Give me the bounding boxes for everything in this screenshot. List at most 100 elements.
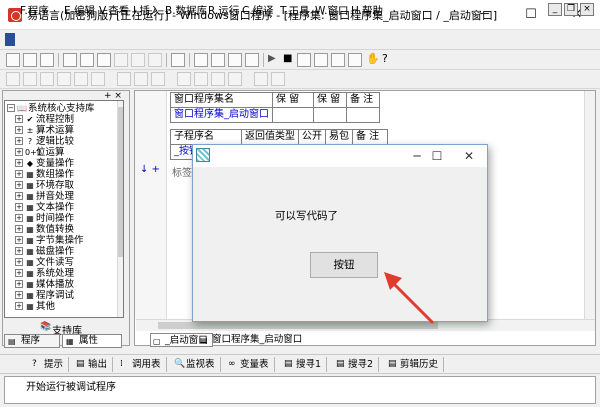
tree-item[interactable]: + ▦ 环境存取 [15,180,123,191]
cut-icon[interactable] [63,53,77,67]
split-view-icon[interactable] [245,53,259,67]
v-center-icon[interactable] [228,72,242,86]
assembly-reserved-cell-1[interactable] [272,107,314,123]
mdi-close-icon[interactable]: × [580,3,594,16]
tab-window-assembly[interactable]: ▤ 窗口程序集_启动窗口 [198,333,306,347]
tree-item[interactable]: + ▦ 系统处理 [15,268,123,279]
expand-icon[interactable]: + [15,302,23,310]
tree-item[interactable]: +0+1位运算 [15,147,123,158]
expand-icon[interactable]: + [15,236,23,244]
menu-tools[interactable]: T.工具 [280,3,310,18]
grid-icon[interactable] [254,72,268,86]
tree-item[interactable]: + ▦ 数组操作 [15,169,123,180]
mdi-minimize-icon[interactable]: _ [548,3,562,16]
menu-compile[interactable]: C.编译 [242,3,274,18]
expand-icon[interactable]: + [15,280,23,288]
collapse-icon[interactable]: − [7,104,15,112]
tree-item[interactable]: + ▦ 文件读写 [15,257,123,268]
new-file-icon[interactable] [6,53,20,67]
align-bottom-icon[interactable] [91,72,105,86]
same-width-icon[interactable] [117,72,131,86]
dialog-button[interactable]: 按钮 [310,252,378,278]
tab-search-2[interactable]: ▤ 搜寻2 [334,357,380,372]
dialog-close-icon[interactable]: ✕ [454,145,484,167]
mdi-restore-icon[interactable]: ❐ [564,3,578,16]
expand-icon[interactable]: + [15,115,23,123]
align-top-icon[interactable] [57,72,71,86]
redo-icon[interactable] [148,53,162,67]
tab-properties[interactable]: ▦ 属性 [62,334,122,348]
lock-icon[interactable] [271,72,285,86]
save-icon[interactable] [40,53,54,67]
window-view-icon[interactable] [194,53,208,67]
undo-icon[interactable] [131,53,145,67]
tree-item[interactable]: + ◆ 变量操作 [15,158,123,169]
tree-item[interactable]: + ▦ 字节集操作 [15,235,123,246]
help-icon[interactable]: ? [382,52,388,65]
minimize-icon[interactable]: ─ [462,0,508,30]
tree-item[interactable]: + ▦ 媒体播放 [15,279,123,290]
stop-icon[interactable]: ■ [283,53,292,64]
align-middle-icon[interactable] [74,72,88,86]
menu-database[interactable]: B.数据库 [165,3,207,18]
code-view-icon[interactable] [211,53,225,67]
menu-view[interactable]: V.查看 [99,3,129,18]
h-center-icon[interactable] [211,72,225,86]
expand-icon[interactable]: + [15,247,23,255]
menu-program[interactable]: F.程序 [20,3,49,18]
tree-item[interactable]: + ▦ 数值转换 [15,224,123,235]
menu-help[interactable]: H.帮助 [351,3,383,18]
same-size-icon[interactable] [151,72,165,86]
expand-icon[interactable]: + [15,192,23,200]
tree-root-core-library[interactable]: − 📖系统核心支持库 [7,103,119,114]
expand-icon[interactable]: + [15,126,23,134]
step-into-icon[interactable] [297,53,311,67]
expand-icon[interactable]: + [15,269,23,277]
align-left-icon[interactable] [6,72,20,86]
code-line[interactable]: 标签 [172,164,192,179]
assembly-remark-cell[interactable] [346,107,380,123]
align-center-icon[interactable] [23,72,37,86]
tab-hint[interactable]: ? 提示 [30,357,70,372]
tree-item[interactable]: + ▦ 其他 [15,301,123,312]
run-to-cursor-icon[interactable] [348,53,362,67]
expand-icon[interactable]: + [15,181,23,189]
menu-window[interactable]: W.窗口 [315,3,349,18]
tree-item[interactable]: + ± 算术运算 [15,125,123,136]
expand-icon[interactable]: + [15,203,23,211]
expand-icon[interactable]: + [15,148,23,156]
tree-scroll-thumb[interactable] [118,107,123,257]
tree-item[interactable]: + ✔ 流程控制 [15,114,123,125]
assembly-reserved-cell-2[interactable] [313,107,347,123]
tab-program[interactable]: ▤ 程序 [4,334,60,348]
same-height-icon[interactable] [134,72,148,86]
menu-run[interactable]: R.运行 [208,3,239,18]
tree-item[interactable]: +? 逻辑比较 [15,136,123,147]
h-spacing-icon[interactable] [177,72,191,86]
expand-icon[interactable]: + [15,170,23,178]
tab-call-stack[interactable]: ⁞ 调用表 [118,357,167,372]
tab-search-1[interactable]: ▤ 搜寻1 [282,357,328,372]
expand-icon[interactable]: + [15,137,23,145]
expand-icon[interactable]: + [15,159,23,167]
expand-icon[interactable]: + [15,258,23,266]
library-tree[interactable]: − 📖系统核心支持库 + ✔ 流程控制 + ± 算术运算 +? 逻辑比较 +0+1位运算 + ◆ 变量操作… [4,100,124,318]
menu-edit[interactable]: E.编辑 [64,3,95,18]
run-icon[interactable]: ▶ [268,53,276,64]
tree-item[interactable]: + ▦ 时间操作 [15,213,123,224]
editor-vertical-scrollbar[interactable] [584,91,595,319]
tree-item[interactable]: + ▦ 文本操作 [15,202,123,213]
tab-output[interactable]: ▤ 输出 [74,357,114,372]
tree-item[interactable]: + ▦ 拼音处理 [15,191,123,202]
expand-icon[interactable]: + [15,225,23,233]
v-spacing-icon[interactable] [194,72,208,86]
menu-insert[interactable]: I.插入 [133,3,160,18]
expand-icon[interactable]: + [15,214,23,222]
tab-variables[interactable]: ∞ 变量表 [226,357,275,372]
tree-item[interactable]: + ▦ 程序调试 [15,290,123,301]
expand-icon[interactable]: + [15,291,23,299]
align-right-icon[interactable] [40,72,54,86]
delete-icon[interactable] [114,53,128,67]
tree-item[interactable]: + ▦ 磁盘操作 [15,246,123,257]
step-over-icon[interactable] [314,53,328,67]
